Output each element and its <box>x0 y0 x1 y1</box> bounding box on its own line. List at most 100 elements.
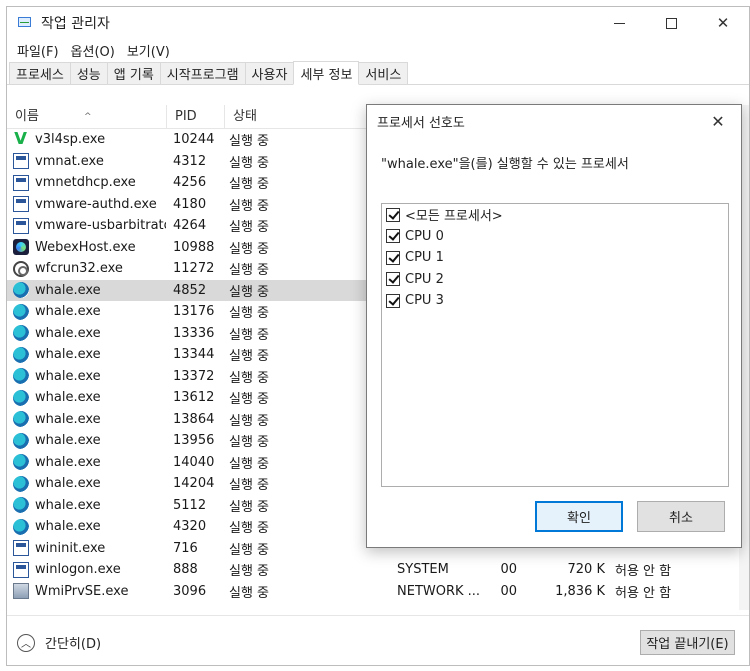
whale-icon <box>13 497 29 514</box>
process-name: whale.exe <box>35 411 101 427</box>
processor-checkbox-item[interactable]: CPU 1 <box>382 247 728 269</box>
memory-cell: 720 K <box>567 562 605 578</box>
whale-icon <box>13 303 29 320</box>
window-title: 작업 관리자 <box>41 16 110 32</box>
minimize-icon <box>613 22 625 24</box>
dialog-close-button[interactable]: ✕ <box>695 105 741 137</box>
menu-bar: 파일(F) 옵션(O) 보기(V) <box>7 39 749 61</box>
whale-icon <box>13 475 29 492</box>
dialog-body: "whale.exe"을(를) 실행할 수 있는 프로세서 <모든 프로세서> C… <box>367 137 741 547</box>
processor-label: CPU 1 <box>405 250 444 266</box>
cancel-button[interactable]: 취소 <box>637 501 725 532</box>
wmi-icon <box>13 583 29 600</box>
pid-cell: 14040 <box>173 454 215 470</box>
status-cell: 실행 중 <box>229 585 270 601</box>
column-header-name[interactable]: ^ 이름 <box>7 105 167 128</box>
whale-icon <box>13 282 29 299</box>
process-name-cell: whale.exe <box>7 368 167 385</box>
whale-icon <box>13 411 29 428</box>
process-name-cell: v3l4sp.exe <box>7 132 167 148</box>
pid-cell: 13956 <box>173 433 215 449</box>
pid-cell: 13372 <box>173 368 215 384</box>
pid-cell: 13344 <box>173 347 215 363</box>
process-name: whale.exe <box>35 519 101 535</box>
tab-performance[interactable]: 성능 <box>69 62 108 84</box>
process-name: whale.exe <box>35 433 101 449</box>
uac-virtualization-cell: 허용 안 함 <box>615 564 672 580</box>
end-task-button[interactable]: 작업 끝내기(E) <box>640 630 735 655</box>
webex-icon <box>13 239 29 256</box>
checkbox-checked-icon[interactable] <box>386 229 400 244</box>
whale-icon <box>13 518 29 535</box>
whale-icon <box>13 389 29 406</box>
ok-button[interactable]: 확인 <box>535 501 623 532</box>
processor-label: <모든 프로세서> <box>405 209 503 225</box>
processor-checkbox-item[interactable]: CPU 0 <box>382 226 728 248</box>
app-icon <box>13 540 29 557</box>
process-name: whale.exe <box>35 304 101 320</box>
maximize-icon <box>665 17 677 29</box>
user-cell: SYSTEM <box>397 562 449 578</box>
user-cell: NETWORK ... <box>397 583 481 599</box>
tab-processes[interactable]: 프로세스 <box>9 62 71 84</box>
process-name: whale.exe <box>35 368 101 384</box>
process-name: wininit.exe <box>35 540 106 556</box>
processor-label: CPU 0 <box>405 228 444 244</box>
pid-cell: 4312 <box>173 153 207 169</box>
app-icon <box>13 174 29 191</box>
tab-strip: 프로세스 성능 앱 기록 시작프로그램 사용자 세부 정보 서비스 <box>7 61 749 85</box>
pid-cell: 4256 <box>173 175 207 191</box>
tab-users[interactable]: 사용자 <box>244 62 295 84</box>
checkbox-checked-icon[interactable] <box>386 272 400 287</box>
process-name-cell: wfcrun32.exe <box>7 260 167 277</box>
process-name-cell: wininit.exe <box>7 540 167 557</box>
pid-cell: 14204 <box>173 476 215 492</box>
process-name: whale.exe <box>35 497 101 513</box>
process-name-cell: vmware-authd.exe <box>7 196 167 213</box>
processor-checkbox-item[interactable]: CPU 2 <box>382 269 728 291</box>
close-icon: ✕ <box>716 14 730 32</box>
menu-options[interactable]: 옵션(O) <box>65 41 121 60</box>
processor-checkbox-item[interactable]: CPU 3 <box>382 290 728 312</box>
menu-view[interactable]: 보기(V) <box>121 41 176 60</box>
pid-cell: 11272 <box>173 261 215 277</box>
sort-up-icon: ^ <box>84 112 92 122</box>
processor-label: CPU 2 <box>405 271 444 287</box>
process-name: whale.exe <box>35 476 101 492</box>
process-name-cell: whale.exe <box>7 325 167 342</box>
maximize-button[interactable] <box>645 7 697 39</box>
tab-startup[interactable]: 시작프로그램 <box>159 62 246 84</box>
processor-checkbox-item[interactable]: <모든 프로세서> <box>382 204 728 226</box>
menu-file[interactable]: 파일(F) <box>11 41 65 60</box>
close-icon: ✕ <box>711 111 725 131</box>
process-name: whale.exe <box>35 282 101 298</box>
table-row[interactable]: winlogon.exe 888 실행 중 SYSTEM 00 720 K 허용 안 함 <box>7 559 749 581</box>
whale-icon <box>13 454 29 471</box>
minimize-button[interactable] <box>593 7 645 39</box>
process-name: v3l4sp.exe <box>35 132 106 148</box>
uac-virtualization-cell: 허용 안 함 <box>615 585 672 601</box>
fewer-details-button[interactable]: ︿ 간단히(D) <box>17 633 101 652</box>
process-name: vmware-authd.exe <box>35 196 157 212</box>
checkbox-checked-icon[interactable] <box>386 250 400 265</box>
processor-affinity-dialog: 프로세서 선호도 ✕ "whale.exe"을(를) 실행할 수 있는 프로세서… <box>366 104 742 548</box>
process-name-cell: whale.exe <box>7 475 167 492</box>
tab-app-history[interactable]: 앱 기록 <box>106 62 161 84</box>
process-name: wfcrun32.exe <box>35 261 123 277</box>
tab-details[interactable]: 세부 정보 <box>293 61 360 85</box>
process-name-cell: vmnat.exe <box>7 153 167 170</box>
process-name-cell: vmnetdhcp.exe <box>7 174 167 191</box>
process-name-cell: whale.exe <box>7 454 167 471</box>
close-button[interactable]: ✕ <box>697 7 749 39</box>
process-name: WmiPrvSE.exe <box>35 583 129 599</box>
pid-cell: 4320 <box>173 519 207 535</box>
process-name-cell: whale.exe <box>7 303 167 320</box>
pid-cell: 3096 <box>173 583 207 599</box>
tab-services[interactable]: 서비스 <box>358 62 409 84</box>
process-name-cell: WebexHost.exe <box>7 239 167 256</box>
app-icon <box>13 153 29 170</box>
checkbox-checked-icon[interactable] <box>386 207 400 222</box>
table-row[interactable]: WmiPrvSE.exe 3096 실행 중 NETWORK ... 00 1,836 K… <box>7 581 749 603</box>
checkbox-checked-icon[interactable] <box>386 293 400 308</box>
column-header-pid[interactable]: PID <box>167 105 225 128</box>
